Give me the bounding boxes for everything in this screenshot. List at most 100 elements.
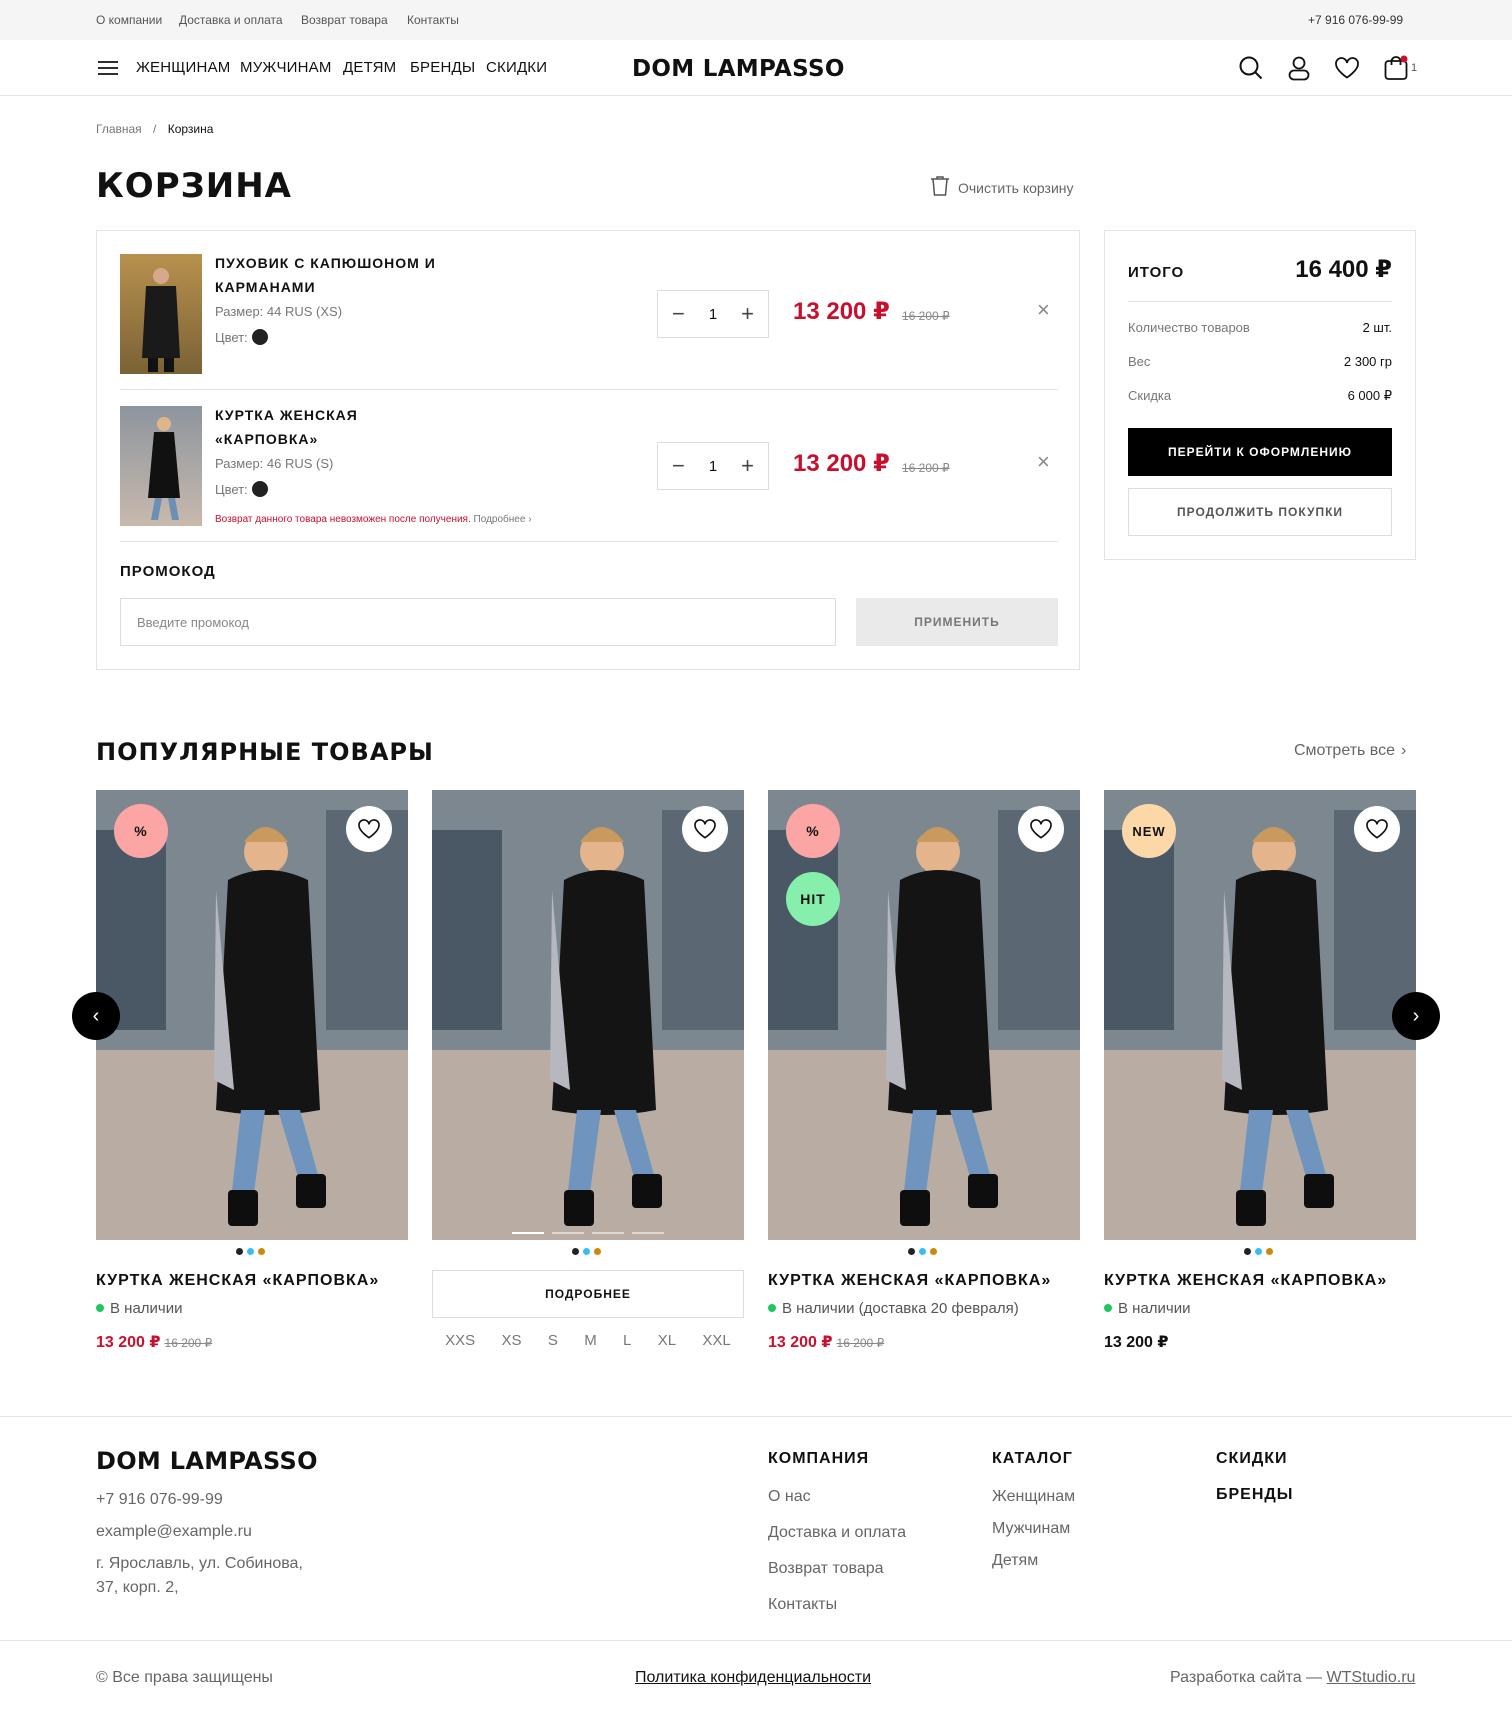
footer-company-title: КОМПАНИЯ <box>768 1450 870 1467</box>
site-logo[interactable]: DOM LAMPASSO <box>632 56 845 82</box>
topbar-link-delivery[interactable]: Доставка и оплата <box>179 13 283 27</box>
summary-row-value: 2 300 гр <box>1343 354 1392 369</box>
footer-email[interactable]: example@example.ru <box>96 1520 252 1544</box>
topbar-link-about[interactable]: О компании <box>96 13 162 27</box>
cart-item-image[interactable] <box>120 406 202 526</box>
apply-promo-button[interactable]: ПРИМЕНИТЬ <box>856 598 1058 646</box>
footer-link-kids[interactable]: Детям <box>992 1552 1038 1570</box>
plus-icon[interactable]: + <box>741 453 754 479</box>
size-option[interactable]: XXL <box>702 1332 730 1349</box>
footer-link-women[interactable]: Женщинам <box>992 1488 1075 1506</box>
checkout-button[interactable]: ПЕРЕЙТИ К ОФОРМЛЕНИЮ <box>1128 428 1392 476</box>
footer-phone[interactable]: +7 916 076-99-99 <box>96 1488 223 1512</box>
nav-sales[interactable]: СКИДКИ <box>486 59 547 76</box>
cart-item-image[interactable] <box>120 254 202 374</box>
nav-men[interactable]: МУЖЧИНАМ <box>240 59 332 76</box>
carousel-prev-button[interactable]: ‹ <box>72 992 120 1040</box>
footer-link-delivery[interactable]: Доставка и оплата <box>768 1524 906 1542</box>
nav-brands[interactable]: БРЕНДЫ <box>410 59 475 76</box>
footer-link-discounts[interactable]: СКИДКИ <box>1216 1450 1287 1468</box>
topbar-link-returns[interactable]: Возврат товара <box>301 13 388 27</box>
footer-link-about[interactable]: О нас <box>768 1488 811 1506</box>
product-name[interactable]: КУРТКА ЖЕНСКАЯ «КАРПОВКА» <box>768 1272 1051 1290</box>
minus-icon[interactable]: − <box>672 301 685 327</box>
user-icon[interactable] <box>1284 53 1314 83</box>
product-name[interactable]: КУРТКА ЖЕНСКАЯ «КАРПОВКА» <box>96 1272 379 1290</box>
close-icon[interactable]: × <box>1037 297 1050 323</box>
footer-link-men[interactable]: Мужчинам <box>992 1520 1070 1538</box>
cart-item-price: 13 200 ₽ <box>793 298 890 325</box>
see-all-link[interactable]: Смотреть все › <box>1294 742 1406 760</box>
developer-credit: Разработка сайта — WTStudio.ru <box>1170 1666 1415 1690</box>
continue-shopping-button[interactable]: ПРОДОЛЖИТЬ ПОКУПКИ <box>1128 488 1392 536</box>
plus-icon[interactable]: + <box>741 301 754 327</box>
product-image[interactable]: % <box>96 790 408 1240</box>
cart-item-name[interactable]: ПУХОВИК С КАПЮШОНОМ И КАРМАНАМИ <box>215 251 455 299</box>
sale-badge: % <box>114 804 168 858</box>
minus-icon[interactable]: − <box>672 453 685 479</box>
summary-row-label: Вес <box>1128 354 1151 369</box>
quantity-stepper[interactable]: − 1 + <box>657 442 769 490</box>
size-option[interactable]: XXS <box>445 1332 475 1349</box>
size-option[interactable]: L <box>623 1332 631 1349</box>
order-summary: ИТОГО 16 400 ₽ Количество товаров 2 шт. … <box>1104 230 1416 560</box>
divider <box>120 389 1058 390</box>
product-card[interactable]: NEW КУРТКА ЖЕНСКАЯ «КАРПОВКА» В наличии … <box>1104 790 1416 1351</box>
privacy-policy-link[interactable]: Политика конфиденциальности <box>635 1666 871 1690</box>
heart-icon[interactable] <box>346 806 392 852</box>
carousel-next-button[interactable]: › <box>1392 992 1440 1040</box>
product-card[interactable]: % HIT КУРТКА ЖЕНСКАЯ «КАРПОВКА» В наличи… <box>768 790 1080 1351</box>
heart-icon[interactable] <box>682 806 728 852</box>
cart-count: 1 <box>1411 62 1418 74</box>
product-card[interactable]: ПОДРОБНЕЕ XXS XS S M L XL XXL <box>432 790 744 1349</box>
product-card[interactable]: % КУРТКА ЖЕНСКАЯ «КАРПОВКА» В наличии 13… <box>96 790 408 1351</box>
size-option[interactable]: M <box>584 1332 597 1349</box>
color-label: Цвет: <box>215 482 248 497</box>
size-option[interactable]: S <box>548 1332 558 1349</box>
cart-item-size: Размер: 44 RUS (XS) <box>215 304 343 319</box>
developer-link[interactable]: WTStudio.ru <box>1327 1669 1416 1686</box>
product-image[interactable] <box>432 790 744 1240</box>
chevron-right-icon: › <box>1401 742 1407 759</box>
product-image[interactable]: % HIT <box>768 790 1080 1240</box>
nav-kids[interactable]: ДЕТЯМ <box>343 59 396 76</box>
topbar-phone[interactable]: +7 916 076-99-99 <box>1308 13 1403 27</box>
product-image[interactable]: NEW <box>1104 790 1416 1240</box>
size-option[interactable]: XS <box>502 1332 522 1349</box>
summary-title: ИТОГО <box>1128 264 1185 281</box>
footer-logo[interactable]: DOM LAMPASSO <box>96 1447 318 1475</box>
color-swatch <box>251 329 268 345</box>
stock-status: В наличии <box>96 1300 183 1317</box>
product-name[interactable]: КУРТКА ЖЕНСКАЯ «КАРПОВКА» <box>1104 1272 1387 1290</box>
promo-input[interactable] <box>120 598 836 646</box>
menu-icon[interactable] <box>93 53 123 83</box>
heart-icon[interactable] <box>1354 806 1400 852</box>
quantity-value: 1 <box>708 457 718 475</box>
nav-women[interactable]: ЖЕНЩИНАМ <box>136 59 230 76</box>
footer-address-line-2: 37, корп. 2, <box>96 1579 179 1596</box>
heart-icon[interactable] <box>1018 806 1064 852</box>
heart-icon[interactable] <box>1332 53 1362 83</box>
quantity-stepper[interactable]: − 1 + <box>657 290 769 338</box>
details-button[interactable]: ПОДРОБНЕЕ <box>432 1270 744 1318</box>
breadcrumb-home[interactable]: Главная <box>96 122 142 136</box>
topbar-link-contacts[interactable]: Контакты <box>407 13 459 27</box>
cart-icon[interactable] <box>1381 53 1411 83</box>
size-option[interactable]: XL <box>658 1332 676 1349</box>
return-more-link[interactable]: Подробнее <box>474 514 526 525</box>
color-swatches <box>908 1248 937 1255</box>
clear-cart-button[interactable]: Очистить корзину <box>930 175 1074 200</box>
cart-item-old-price: 16 200 ₽ <box>902 309 950 323</box>
old-price: 16 200 ₽ <box>836 1336 885 1350</box>
footer-link-contacts[interactable]: Контакты <box>768 1596 837 1614</box>
chevron-right-icon: › <box>1412 1004 1420 1027</box>
close-icon[interactable]: × <box>1037 449 1050 475</box>
color-label: Цвет: <box>215 330 248 345</box>
footer-link-brands[interactable]: БРЕНДЫ <box>1216 1486 1293 1504</box>
stock-status: В наличии (доставка 20 февраля) <box>768 1300 1019 1317</box>
search-icon[interactable] <box>1236 53 1266 83</box>
copyright: © Все права защищены <box>96 1669 273 1686</box>
footer-link-returns[interactable]: Возврат товара <box>768 1560 884 1578</box>
cart-item-name[interactable]: КУРТКА ЖЕНСКАЯ «КАРПОВКА» <box>215 403 455 451</box>
color-swatches <box>572 1248 601 1255</box>
